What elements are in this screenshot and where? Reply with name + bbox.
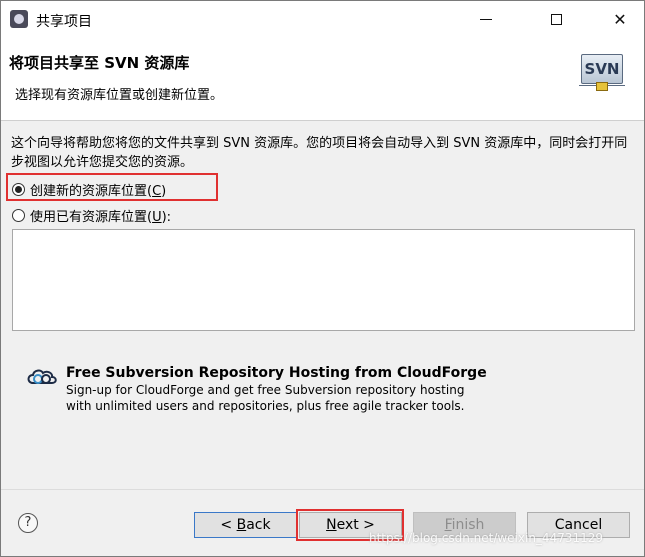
cloudforge-line1: Sign-up for CloudForge and get free Subv… [66, 383, 465, 397]
radio-create-new[interactable]: 创建新的资源库位置(C) [12, 179, 166, 199]
title-bar: 共享项目 ✕ [1, 1, 644, 38]
footer-separator [1, 489, 644, 490]
intro-text: 这个向导将帮助您将您的文件共享到 SVN 资源库。您的项目将会自动导入到 SVN… [11, 136, 628, 170]
close-icon: ✕ [613, 10, 627, 29]
wizard-header: 将项目共享至 SVN 资源库 选择现有资源库位置或创建新位置。 SVN [1, 38, 644, 121]
close-button[interactable]: ✕ [597, 1, 643, 38]
cloudforge-title-link[interactable]: Free Subversion Repository Hosting from … [66, 365, 487, 381]
cloudforge-icon[interactable] [25, 367, 59, 387]
svn-logo-icon: SVN [579, 52, 625, 92]
share-project-dialog: 共享项目 ✕ 将项目共享至 SVN 资源库 选择现有资源库位置或创建新位置。 S… [0, 0, 645, 557]
eclipse-icon [10, 10, 28, 28]
back-button[interactable]: < Back [194, 512, 297, 538]
cloudforge-line2: with unlimited users and repositories, p… [66, 399, 465, 413]
cloudforge-description: Sign-up for CloudForge and get free Subv… [66, 382, 464, 414]
maximize-button[interactable] [533, 1, 579, 38]
radio-unselected-icon[interactable] [12, 208, 25, 222]
radio-create-new-label: 创建新的资源库位置(C) [30, 183, 167, 199]
watermark: https://blog.csdn.net/weixin_44731129 [369, 531, 604, 545]
svn-logo-text: SVN [581, 54, 623, 84]
wizard-subtitle: 选择现有资源库位置或创建新位置。 [15, 88, 224, 103]
radio-use-existing[interactable]: 使用已有资源库位置(U): [12, 205, 171, 225]
wizard-title: 将项目共享至 SVN 资源库 [9, 54, 190, 72]
minimize-button[interactable] [463, 1, 509, 38]
help-icon[interactable]: ? [18, 513, 38, 533]
minimize-icon [480, 19, 492, 20]
radio-selected-icon[interactable] [12, 182, 25, 196]
maximize-icon [550, 14, 562, 25]
window-title: 共享项目 [36, 14, 92, 30]
repository-location-list[interactable] [12, 229, 635, 331]
radio-use-existing-label: 使用已有资源库位置(U): [30, 209, 172, 225]
